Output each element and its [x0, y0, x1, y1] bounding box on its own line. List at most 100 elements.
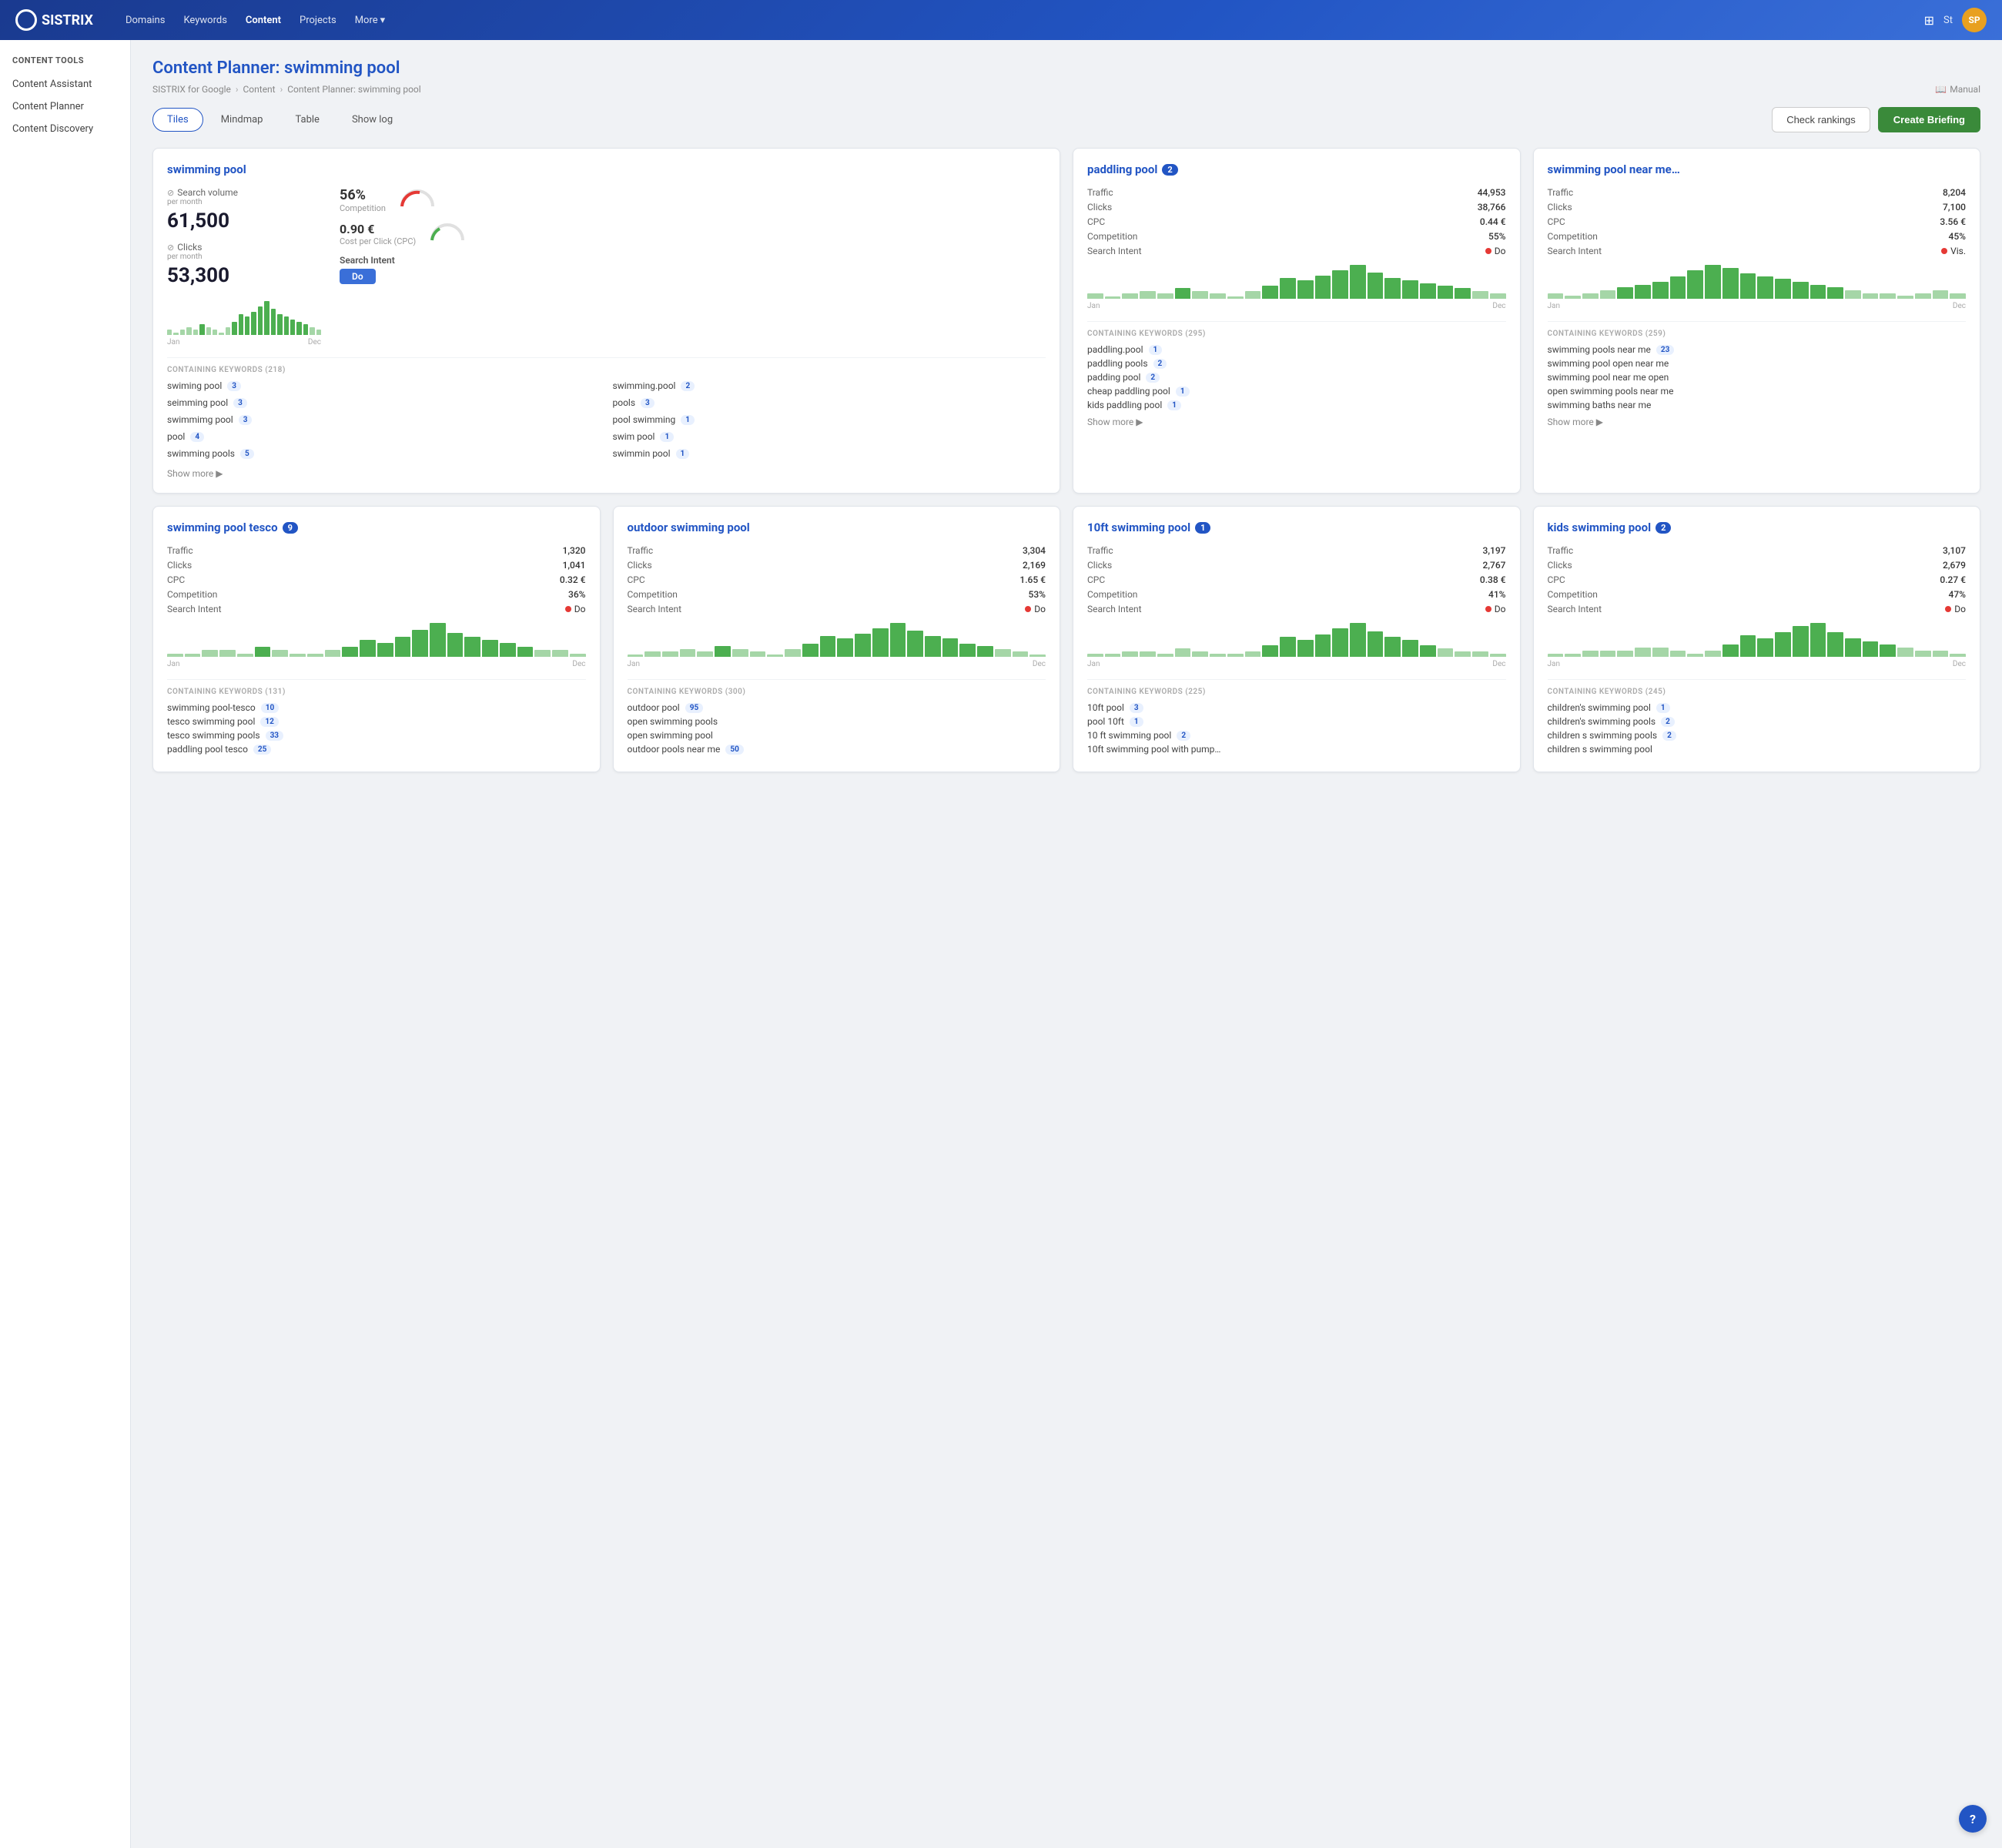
keyword-row: swimming pools near me23: [1548, 344, 1967, 355]
clicks-per-month-label: per month: [167, 253, 321, 261]
stat-clicks: Clicks1,041: [167, 560, 586, 571]
create-briefing-button[interactable]: Create Briefing: [1878, 107, 1980, 132]
search-intent-label: Search Intent: [340, 255, 1046, 266]
stat-competition: Competition53%: [628, 589, 1046, 600]
user-st[interactable]: St: [1943, 15, 1953, 26]
show-more-button[interactable]: Show more ▶: [167, 468, 1046, 479]
stat-cpc: CPC0.38 €: [1087, 574, 1506, 585]
page-title: Content Planner: swimming pool: [152, 59, 1980, 78]
site-logo[interactable]: SISTRIX: [15, 9, 93, 31]
keyword-row: swimmin pool 1: [613, 448, 1046, 459]
keyword-row: swimming pool open near me: [1548, 358, 1967, 369]
nav-projects[interactable]: Projects: [292, 10, 344, 31]
tile-title-paddling-pool: paddling pool 2: [1087, 162, 1506, 176]
stat-search-intent: Search Intent Do: [1087, 246, 1506, 256]
clicks-block: ⊘ Clicks per month 53,300: [167, 242, 321, 287]
competition-label: Competition: [340, 203, 386, 213]
search-intent-block: Search Intent Do: [340, 255, 1046, 284]
tile-badge: 2: [1656, 522, 1671, 534]
tab-show-log[interactable]: Show log: [337, 108, 407, 132]
help-button[interactable]: ?: [1959, 1805, 1987, 1833]
page-title-keyword: swimming pool: [284, 59, 400, 78]
competition-gauge: [398, 187, 437, 213]
containing-title: CONTAINING KEYWORDS (218): [167, 366, 1046, 374]
keyword-row: outdoor pool95: [628, 702, 1046, 713]
tab-tiles[interactable]: Tiles: [152, 108, 203, 132]
cpc-gauge: [428, 221, 467, 247]
sidebar-item-content-assistant[interactable]: Content Assistant: [0, 73, 130, 95]
tile-chart: [1548, 618, 1967, 657]
cpc-label: Cost per Click (CPC): [340, 236, 416, 246]
containing-title: CONTAINING KEYWORDS (131): [167, 688, 586, 696]
search-volume-value: 61,500: [167, 209, 321, 233]
containing-title: CONTAINING KEYWORDS (225): [1087, 688, 1506, 696]
tile-title-swimming-pool: swimming pool: [167, 162, 1046, 176]
keyword-row: swimming pool near me open: [1548, 372, 1967, 383]
nav-more[interactable]: More ▾: [347, 10, 393, 31]
keyword-row: 10ft pool3: [1087, 702, 1506, 713]
nav-content[interactable]: Content: [238, 10, 289, 31]
breadcrumb-sistrix[interactable]: SISTRIX for Google: [152, 84, 231, 95]
keyword-row: open swimming pools: [628, 716, 1046, 727]
containing-keywords-section: CONTAINING KEYWORDS (225) 10ft pool3 poo…: [1087, 679, 1506, 755]
tile-badge: 2: [1162, 164, 1177, 176]
large-tile-body: ⊘ Search volume per month 61,500 ⊘ Click…: [167, 187, 1046, 346]
show-more-button[interactable]: Show more▶: [1087, 417, 1506, 427]
keyword-row: swimming pools 5: [167, 448, 601, 459]
logo-circle: [15, 9, 37, 31]
keyword-row: pool 4: [167, 431, 601, 442]
nav-domains[interactable]: Domains: [118, 10, 172, 31]
stat-traffic: Traffic1,320: [167, 545, 586, 556]
tile-chart: [1087, 260, 1506, 299]
keyword-row: paddling pools2: [1087, 358, 1506, 369]
sidebar-item-content-planner[interactable]: Content Planner: [0, 95, 130, 118]
breadcrumb-content[interactable]: Content: [243, 84, 275, 95]
chevron-down-icon: ▾: [380, 15, 386, 26]
stat-cpc: CPC1.65 €: [628, 574, 1046, 585]
keyword-row: tesco swimming pools33: [167, 730, 586, 741]
keyword-row: swimmimg pool 3: [167, 414, 601, 425]
nav-keywords[interactable]: Keywords: [176, 10, 234, 31]
page-header: Content Planner: swimming pool: [152, 59, 1980, 78]
intent-dot: [1941, 248, 1947, 254]
grid-icon[interactable]: ⊞: [1924, 13, 1934, 28]
keyword-row: pools 3: [613, 397, 1046, 408]
stat-traffic: Traffic3,197: [1087, 545, 1506, 556]
avatar[interactable]: SP: [1962, 8, 1987, 32]
breadcrumb-current: Content Planner: swimming pool: [287, 84, 420, 95]
keyword-row: swimming pool-tesco10: [167, 702, 586, 713]
show-more-button[interactable]: Show more▶: [1548, 417, 1967, 427]
cpc-block: 0.90 € Cost per Click (CPC): [340, 222, 416, 246]
containing-title: CONTAINING KEYWORDS (300): [628, 688, 1046, 696]
nav-links: Domains Keywords Content Projects More ▾: [118, 10, 393, 31]
containing-keywords-section: CONTAINING KEYWORDS (131) swimming pool-…: [167, 679, 586, 755]
tab-table[interactable]: Table: [280, 108, 333, 132]
intent-dot: [1945, 606, 1951, 612]
tile-chart: [167, 618, 586, 657]
check-rankings-button[interactable]: Check rankings: [1772, 107, 1870, 132]
large-tile-left: ⊘ Search volume per month 61,500 ⊘ Click…: [167, 187, 321, 346]
keyword-row: children s swimming pool: [1548, 744, 1967, 755]
sidebar-section-title: CONTENT TOOLS: [0, 55, 130, 73]
tile-title-kids: kids swimming pool 2: [1548, 521, 1967, 534]
tile-paddling-pool: paddling pool 2 Traffic 44,953 Clicks 38…: [1073, 148, 1521, 494]
containing-title: CONTAINING KEYWORDS (295): [1087, 330, 1506, 338]
tab-mindmap[interactable]: Mindmap: [206, 108, 278, 132]
sidebar-item-content-discovery[interactable]: Content Discovery: [0, 118, 130, 140]
book-icon: 📖: [1935, 84, 1947, 95]
keyword-row: outdoor pools near me50: [628, 744, 1046, 755]
intent-badge: Do: [340, 269, 376, 284]
chart-labels: JanDec: [1548, 660, 1967, 668]
stat-cpc: CPC 3.56 €: [1548, 216, 1967, 227]
per-month-label: per month: [167, 198, 321, 206]
stat-cpc: CPC0.27 €: [1548, 574, 1967, 585]
stat-competition: Competition41%: [1087, 589, 1506, 600]
containing-title: CONTAINING KEYWORDS (245): [1548, 688, 1967, 696]
manual-link[interactable]: 📖 Manual: [1935, 84, 1980, 95]
stat-search-intent: Search IntentDo: [628, 604, 1046, 614]
competition-pct: 56%: [340, 187, 386, 203]
keyword-row: 10ft swimming pool with pump…: [1087, 744, 1506, 755]
keyword-row: tesco swimming pool12: [167, 716, 586, 727]
competition-block: 56% Competition: [340, 187, 386, 213]
tile-title-tesco: swimming pool tesco 9: [167, 521, 586, 534]
